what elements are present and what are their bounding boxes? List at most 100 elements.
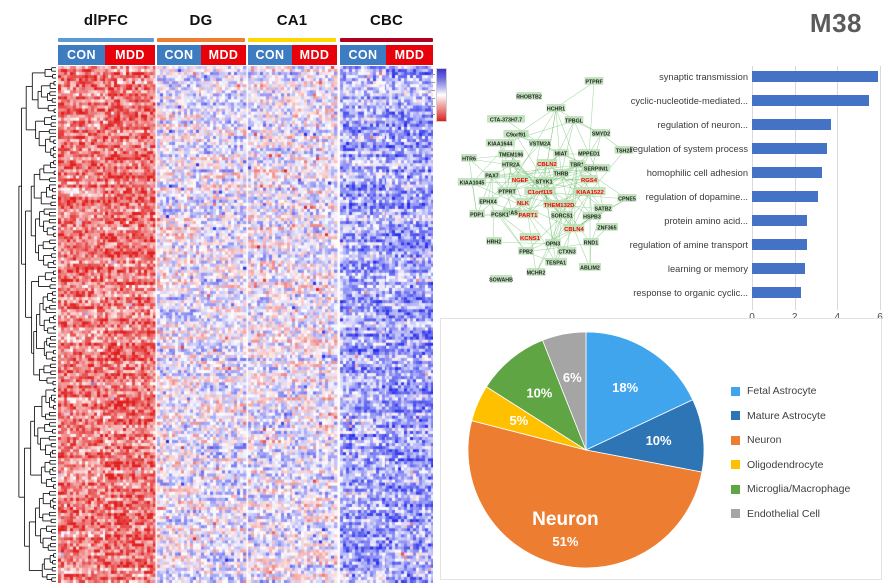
bar-chart-row[interactable]: learning or memory xyxy=(628,258,884,280)
bar-chart-bar[interactable] xyxy=(752,71,878,82)
network-node-label: VSTM2A xyxy=(529,141,551,147)
network-node-label: ABLIM2 xyxy=(580,265,600,271)
network-node-label: PDP1 xyxy=(470,212,484,218)
network-node-ablim2[interactable]: ABLIM2 xyxy=(578,263,602,271)
network-node-label: MIAT xyxy=(555,151,568,157)
bar-chart-bar[interactable] xyxy=(752,143,827,154)
network-node-kiaa1045[interactable]: KIAA1045 xyxy=(457,178,487,186)
network-node-htr2a[interactable]: HTR2A xyxy=(501,160,521,168)
legend-item-microglia-macrophage[interactable]: Microglia/Macrophage xyxy=(731,479,850,499)
network-node-znf365[interactable]: ZNF365 xyxy=(595,223,619,231)
legend-item-neuron[interactable]: Neuron xyxy=(731,430,850,450)
network-node-sorcs1[interactable]: SORCS1 xyxy=(550,211,574,219)
bar-chart-category-label: regulation of system process xyxy=(629,144,748,154)
network-node-label: HCHR1 xyxy=(547,106,565,112)
network-node-c9orf91[interactable]: C9orf91 xyxy=(503,130,529,138)
bar-chart-row[interactable]: regulation of dopamine... xyxy=(628,186,884,208)
network-node-mpped1[interactable]: MPPED1 xyxy=(577,149,601,157)
bar-chart-category-label: response to organic cyclic... xyxy=(633,288,748,298)
network-node-tpbgl[interactable]: TPBGL xyxy=(564,116,584,124)
network-node-opn3[interactable]: OPN3 xyxy=(545,239,561,247)
network-node-vstm2a[interactable]: VSTM2A xyxy=(528,139,552,147)
region-label-cbc: CBC xyxy=(369,12,404,29)
network-node-htr6[interactable]: HTR6 xyxy=(461,154,477,162)
bar-chart-bar[interactable] xyxy=(752,215,808,226)
legend-item-endothelial-cell[interactable]: Endothelial Cell xyxy=(731,504,850,524)
network-node-styk1[interactable]: STYK1 xyxy=(534,177,554,185)
network-node-nlk[interactable]: NLK xyxy=(516,198,530,207)
bar-chart-row[interactable]: cyclic-nucleotide-mediated... xyxy=(628,90,884,112)
network-node-ngef[interactable]: NGEF xyxy=(511,175,529,184)
bar-chart-bar[interactable] xyxy=(752,95,870,106)
bar-chart-category-label: synaptic transmission xyxy=(659,72,748,82)
network-node-kiaa1644[interactable]: KIAA1644 xyxy=(485,139,515,147)
network-node-satb2[interactable]: SATB2 xyxy=(593,204,613,212)
network-node-ptprt[interactable]: PTPRT xyxy=(497,187,517,195)
bar-chart-bar[interactable] xyxy=(752,191,819,202)
network-node-fpb2[interactable]: FPB2 xyxy=(518,247,534,255)
bar-chart-row[interactable]: protein amino acid... xyxy=(628,210,884,232)
network-node-label: HTR2A xyxy=(502,162,520,168)
legend-item-fetal-astrocyte[interactable]: Fetal Astrocyte xyxy=(731,381,850,401)
bar-chart-row[interactable]: homophilic cell adhesion xyxy=(628,162,884,184)
network-node-thrb[interactable]: THRB xyxy=(553,169,569,177)
bar-chart-bar[interactable] xyxy=(752,287,802,298)
network-node-part1[interactable]: PART1 xyxy=(517,210,539,219)
network-node-pdp1[interactable]: PDP1 xyxy=(469,210,485,218)
network-node-ptprf[interactable]: PTPRF xyxy=(584,77,604,85)
network-node-smyd2[interactable]: SMYD2 xyxy=(591,129,611,137)
network-node-tmem196[interactable]: TMEM196 xyxy=(498,150,524,158)
network-node-kcns1[interactable]: KCNS1 xyxy=(519,233,541,242)
network-node-cbln4[interactable]: CBLN4 xyxy=(563,224,585,233)
network-node-label: RHOBTB2 xyxy=(516,94,542,100)
bar-chart-bar[interactable] xyxy=(752,239,808,250)
heatmap-panel: dlPFC DG CA1 CBC CON MDD CON MDD CON MDD CON MDD xyxy=(0,0,447,583)
network-node-sowahb[interactable]: SOWAHB xyxy=(489,275,513,283)
bar-chart-bar[interactable] xyxy=(752,167,823,178)
network-node-rgs4[interactable]: RGS4 xyxy=(580,175,598,184)
network-node-label: SOWAHB xyxy=(489,277,513,283)
bar-chart-row[interactable]: response to organic cyclic... xyxy=(628,282,884,304)
bar-chart-bar[interactable] xyxy=(752,263,806,274)
network-node-cbln2[interactable]: CBLN2 xyxy=(536,159,558,168)
legend-item-oligodendrocyte[interactable]: Oligodendrocyte xyxy=(731,455,850,475)
network-node-them132d[interactable]: THEM132D xyxy=(543,200,575,209)
network-node-label: RND1 xyxy=(584,240,598,246)
network-node-label: C9orf91 xyxy=(506,132,526,138)
region-underline-dg xyxy=(157,38,245,42)
network-node-rnd1[interactable]: RND1 xyxy=(583,238,599,246)
bar-chart-row[interactable]: regulation of amine transport xyxy=(628,234,884,256)
network-node-ephx4[interactable]: EPHX4 xyxy=(478,197,498,205)
network-node-pax7[interactable]: PAX7 xyxy=(484,171,500,179)
go-enrichment-bar-chart: synaptic transmission cyclic-nucleotide-m… xyxy=(628,62,884,323)
network-node-serpini1[interactable]: SERPINI1 xyxy=(581,164,611,172)
bar-chart-bar[interactable] xyxy=(752,119,831,130)
network-node-label: KIAA1644 xyxy=(488,141,513,147)
network-node-c1orf115[interactable]: C1orf115 xyxy=(524,187,556,196)
legend-item-mature-astrocyte[interactable]: Mature Astrocyte xyxy=(731,406,850,426)
network-node-cta-373h7.7[interactable]: CTA-373H7.7 xyxy=(487,115,525,123)
network-node-label: THRB xyxy=(554,171,569,177)
network-node-pcsk1[interactable]: PCSK1 xyxy=(490,210,510,218)
network-node-tespa1[interactable]: TESPA1 xyxy=(544,258,568,266)
network-node-rhobtb2[interactable]: RHOBTB2 xyxy=(516,92,542,100)
dendrogram xyxy=(18,67,56,582)
pie-chart-legend: Fetal Astrocyte Mature Astrocyte Neuron Oli… xyxy=(731,381,850,528)
group-label-mdd-7: MDD xyxy=(386,45,433,65)
network-node-mchr2[interactable]: MCHR2 xyxy=(526,268,546,276)
bar-chart-category-label: learning or memory xyxy=(667,264,748,274)
bar-chart-row[interactable]: regulation of neuron... xyxy=(628,114,884,136)
group-label-mdd-5: MDD xyxy=(292,45,337,65)
legend-label: Endothelial Cell xyxy=(747,507,820,520)
network-node-hspb3[interactable]: HSPB3 xyxy=(582,212,602,220)
network-node-hrh2[interactable]: HRH2 xyxy=(486,237,502,245)
bar-chart-row[interactable]: regulation of system process xyxy=(628,138,884,160)
legend-swatch-icon xyxy=(731,386,740,396)
network-node-label: TMEM196 xyxy=(499,152,523,158)
network-node-hchr1[interactable]: HCHR1 xyxy=(546,104,566,112)
network-node-kiaa1522[interactable]: KIAA1522 xyxy=(574,187,606,196)
network-node-miat[interactable]: MIAT xyxy=(553,149,569,157)
network-node-ctxn3[interactable]: CTXN3 xyxy=(557,247,577,255)
legend-label: Oligodendrocyte xyxy=(747,458,824,471)
bar-chart-row[interactable]: synaptic transmission xyxy=(628,66,884,88)
